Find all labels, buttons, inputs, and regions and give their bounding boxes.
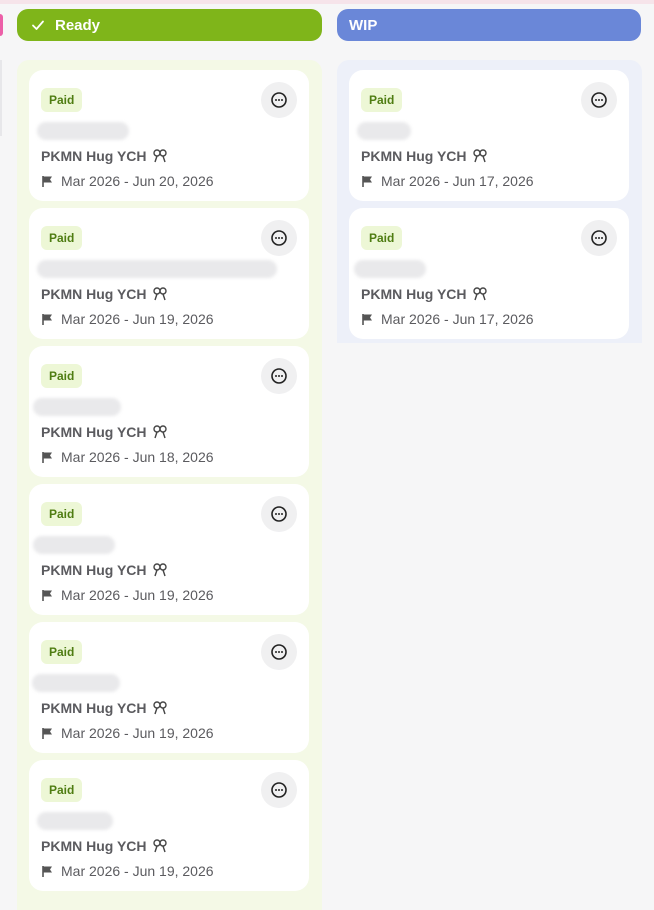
column-title-ready: Ready xyxy=(55,16,101,34)
redacted-client xyxy=(37,812,113,830)
comment-button[interactable] xyxy=(581,220,617,256)
status-badge: Paid xyxy=(41,640,83,664)
date-range: Mar 2026 - Jun 19, 2026 xyxy=(41,587,214,603)
adjacent-column-body-edge xyxy=(0,60,2,136)
date-range: Mar 2026 - Jun 18, 2026 xyxy=(41,449,214,465)
status-badge: Paid xyxy=(41,502,83,526)
task-card[interactable]: Paid PKMN Hug YCH Mar 2026 - Jun 19, 202… xyxy=(29,208,309,339)
redacted-client xyxy=(357,122,411,140)
ribbon-icon xyxy=(152,148,168,164)
comment-icon xyxy=(591,230,607,246)
task-card[interactable]: Paid PKMN Hug YCH Mar 2026 - Jun 17, 202… xyxy=(349,70,629,201)
redacted-client xyxy=(37,122,129,140)
comment-icon xyxy=(271,92,287,108)
ribbon-icon xyxy=(152,700,168,716)
comment-button[interactable] xyxy=(261,220,297,256)
ribbon-icon xyxy=(472,148,488,164)
flag-icon xyxy=(41,313,54,326)
ribbon-icon xyxy=(152,424,168,440)
flag-icon xyxy=(41,451,54,464)
ribbon-icon xyxy=(152,562,168,578)
comment-icon xyxy=(271,782,287,798)
date-range: Mar 2026 - Jun 19, 2026 xyxy=(41,863,214,879)
adjacent-column-edge xyxy=(0,14,3,36)
status-badge: Paid xyxy=(41,778,83,802)
card-title: PKMN Hug YCH xyxy=(41,286,168,302)
check-icon xyxy=(29,16,47,34)
card-title: PKMN Hug YCH xyxy=(361,286,488,302)
flag-icon xyxy=(361,313,374,326)
status-badge: Paid xyxy=(361,226,403,250)
top-strip xyxy=(0,0,654,4)
column-wip: WIP Paid PKMN Hug YCH Mar 2026 - Jun 17,… xyxy=(337,9,642,343)
status-badge: Paid xyxy=(361,88,403,112)
comment-button[interactable] xyxy=(261,496,297,532)
task-card[interactable]: Paid PKMN Hug YCH Mar 2026 - Jun 20, 202… xyxy=(29,70,309,201)
card-title: PKMN Hug YCH xyxy=(41,700,168,716)
card-title: PKMN Hug YCH xyxy=(41,148,168,164)
task-card[interactable]: Paid PKMN Hug YCH Mar 2026 - Jun 19, 202… xyxy=(29,484,309,615)
comment-icon xyxy=(271,644,287,660)
status-badge: Paid xyxy=(41,364,83,388)
card-title: PKMN Hug YCH xyxy=(41,562,168,578)
comment-button[interactable] xyxy=(261,358,297,394)
date-range: Mar 2026 - Jun 19, 2026 xyxy=(41,725,214,741)
flag-icon xyxy=(41,175,54,188)
card-title: PKMN Hug YCH xyxy=(41,424,168,440)
column-body-wip: Paid PKMN Hug YCH Mar 2026 - Jun 17, 202… xyxy=(337,60,642,343)
redacted-client xyxy=(354,260,426,278)
ribbon-icon xyxy=(152,838,168,854)
column-header-wip[interactable]: WIP xyxy=(337,9,641,41)
task-card[interactable]: Paid PKMN Hug YCH Mar 2026 - Jun 18, 202… xyxy=(29,346,309,477)
task-card[interactable]: Paid PKMN Hug YCH Mar 2026 - Jun 19, 202… xyxy=(29,760,309,891)
flag-icon xyxy=(41,865,54,878)
flag-icon xyxy=(361,175,374,188)
flag-icon xyxy=(41,727,54,740)
column-title-wip: WIP xyxy=(349,16,378,34)
column-header-ready[interactable]: Ready xyxy=(17,9,322,41)
comment-button[interactable] xyxy=(261,82,297,118)
comment-icon xyxy=(271,506,287,522)
comment-button[interactable] xyxy=(261,634,297,670)
ribbon-icon xyxy=(472,286,488,302)
card-title: PKMN Hug YCH xyxy=(41,838,168,854)
date-range: Mar 2026 - Jun 19, 2026 xyxy=(41,311,214,327)
redacted-client xyxy=(33,536,115,554)
date-range: Mar 2026 - Jun 17, 2026 xyxy=(361,311,534,327)
ribbon-icon xyxy=(152,286,168,302)
column-body-ready: Paid PKMN Hug YCH Mar 2026 - Jun 20, 202… xyxy=(17,60,322,910)
date-range: Mar 2026 - Jun 20, 2026 xyxy=(41,173,214,189)
comment-button[interactable] xyxy=(581,82,617,118)
status-badge: Paid xyxy=(41,88,83,112)
task-card[interactable]: Paid PKMN Hug YCH Mar 2026 - Jun 17, 202… xyxy=(349,208,629,339)
date-range: Mar 2026 - Jun 17, 2026 xyxy=(361,173,534,189)
flag-icon xyxy=(41,589,54,602)
status-badge: Paid xyxy=(41,226,83,250)
comment-button[interactable] xyxy=(261,772,297,808)
column-ready: Ready Paid PKMN Hug YCH Mar 2026 - Jun 2… xyxy=(17,9,322,910)
comment-icon xyxy=(271,368,287,384)
comment-icon xyxy=(271,230,287,246)
card-title: PKMN Hug YCH xyxy=(361,148,488,164)
redacted-client xyxy=(37,260,277,278)
comment-icon xyxy=(591,92,607,108)
redacted-client xyxy=(32,674,120,692)
task-card[interactable]: Paid PKMN Hug YCH Mar 2026 - Jun 19, 202… xyxy=(29,622,309,753)
redacted-client xyxy=(33,398,121,416)
